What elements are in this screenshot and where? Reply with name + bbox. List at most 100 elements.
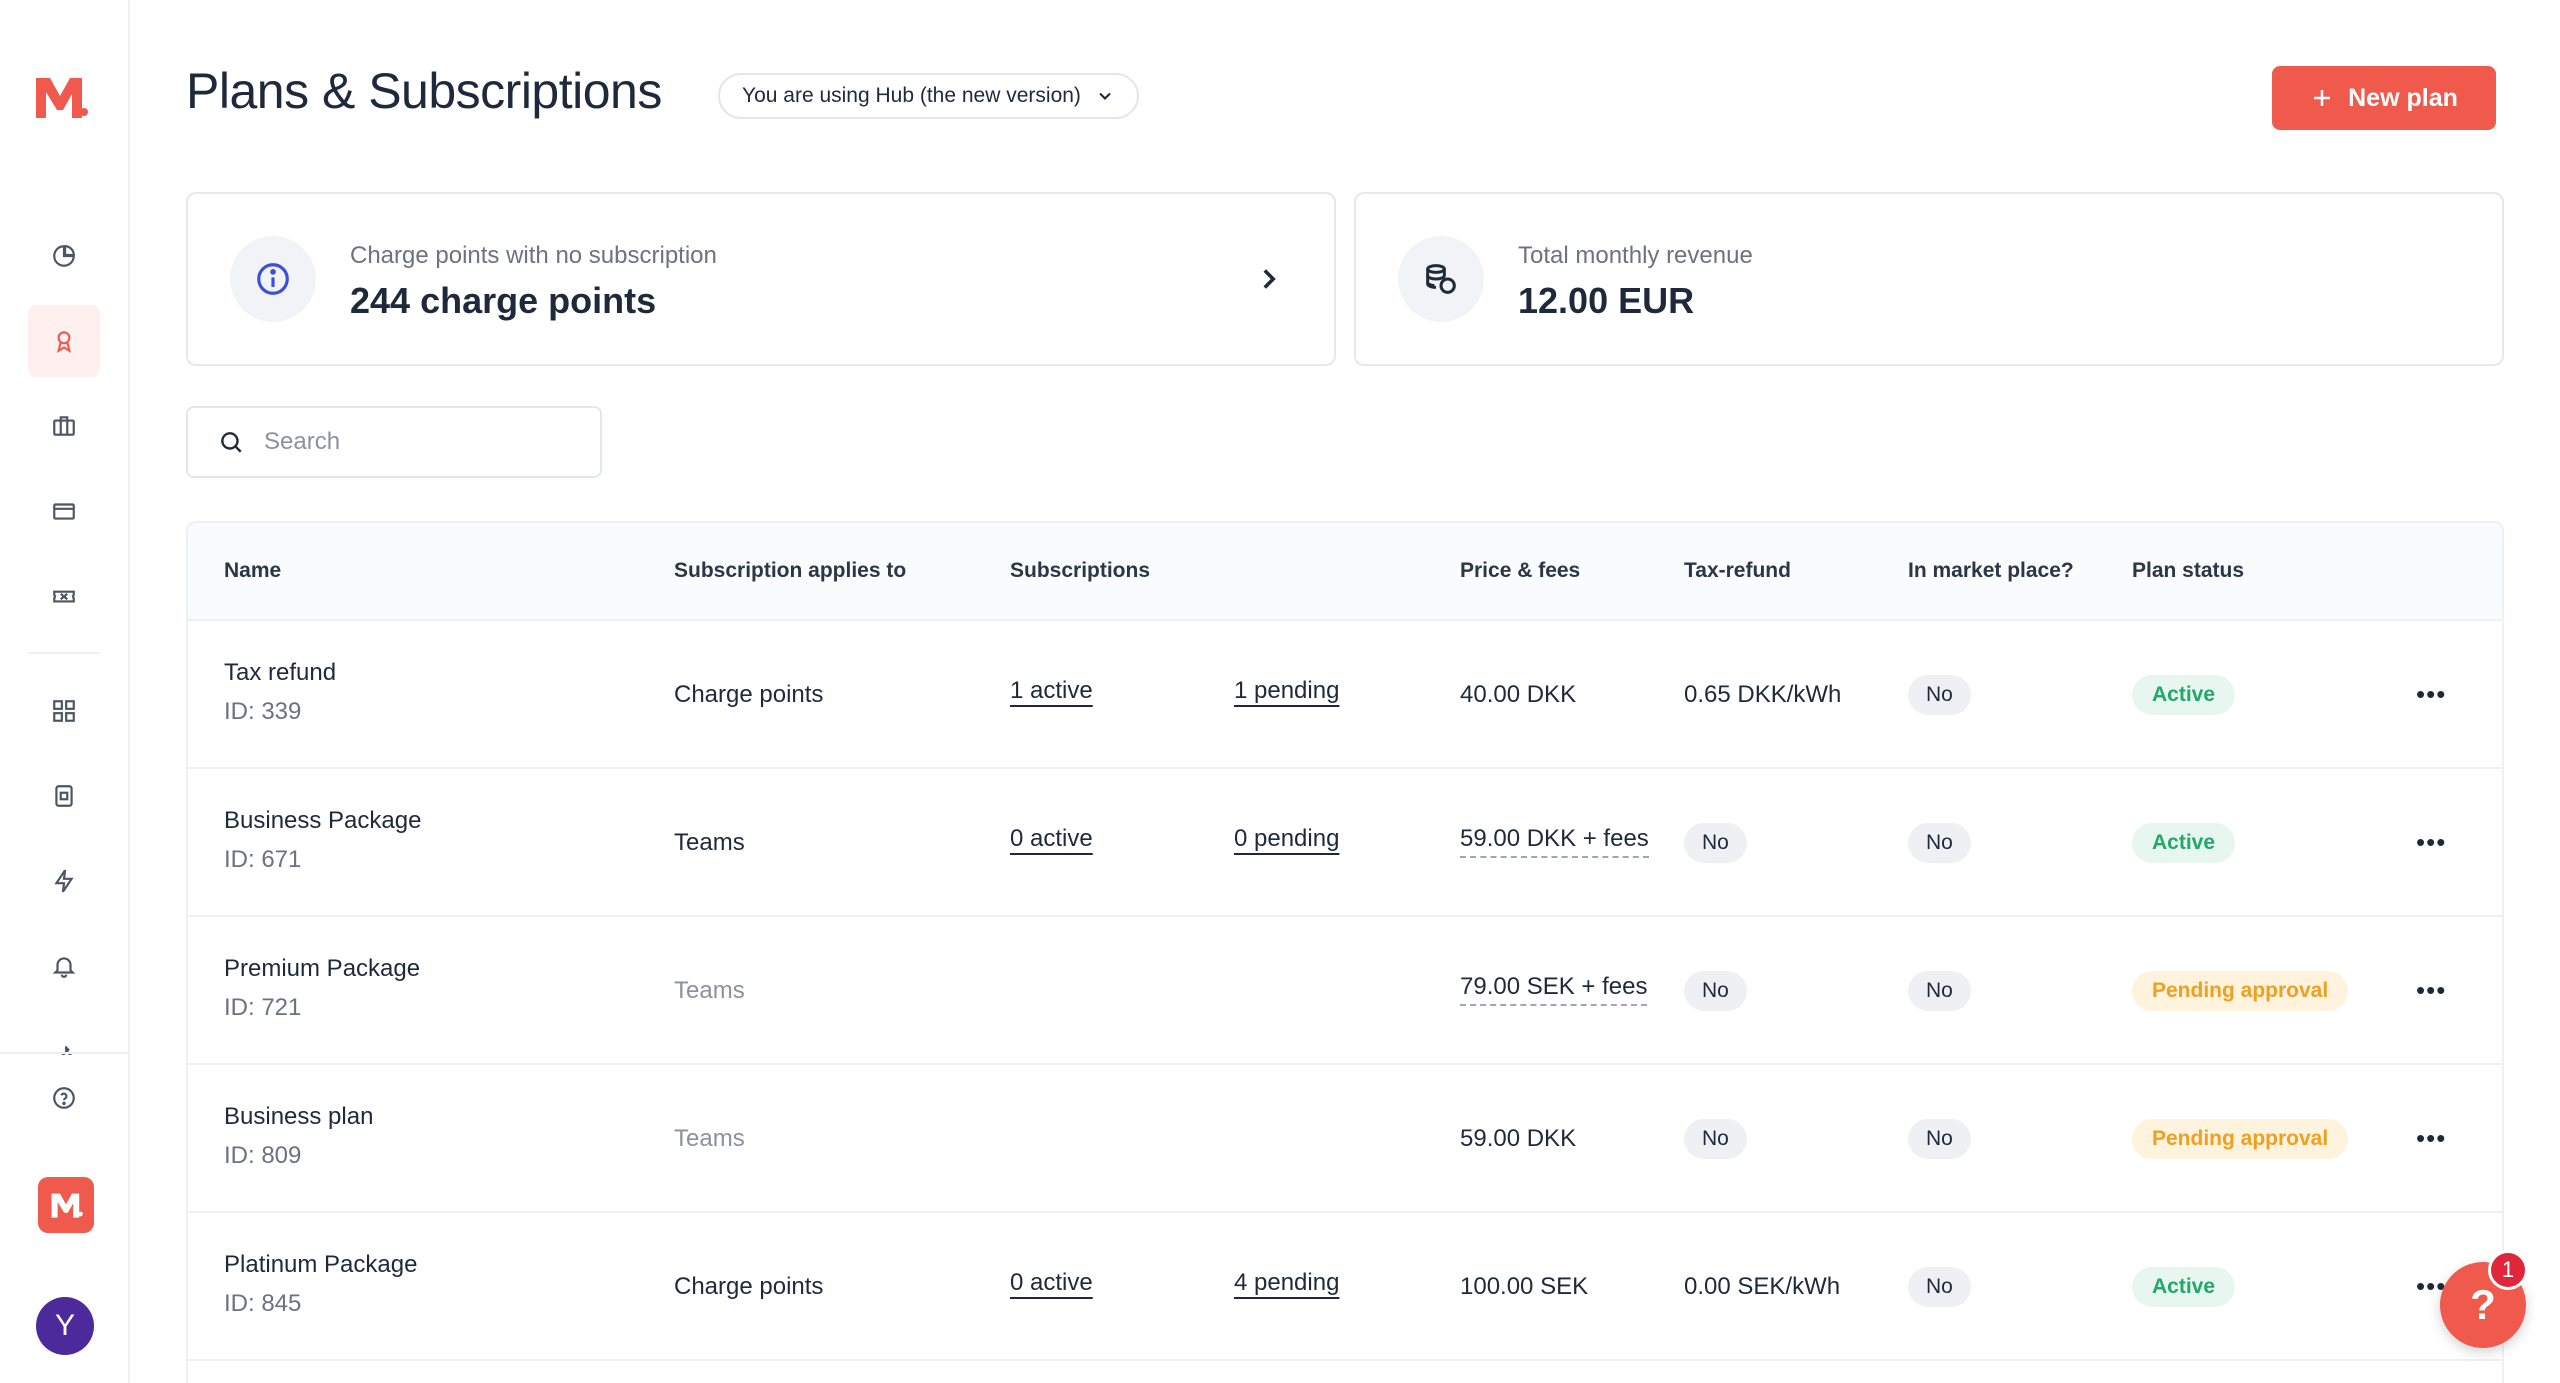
info-icon-wrap bbox=[230, 236, 316, 322]
coins-icon bbox=[1426, 264, 1456, 294]
tax-refund-badge: No bbox=[1684, 971, 1747, 1011]
col-name[interactable]: Name bbox=[224, 559, 281, 583]
tax-refund-badge: No bbox=[1684, 823, 1747, 863]
chevron-right-icon bbox=[1263, 269, 1276, 289]
col-tax[interactable]: Tax-refund bbox=[1684, 559, 1791, 583]
plan-name: Premium Package bbox=[224, 955, 421, 982]
plan-price[interactable]: 59.00 DKK + fees bbox=[1460, 825, 1649, 858]
plan-name: Business plan bbox=[224, 1103, 374, 1130]
new-plan-label: New plan bbox=[2348, 83, 2458, 112]
active-subscriptions-link[interactable]: 0 active bbox=[1010, 1269, 1093, 1297]
sidebar: Y bbox=[0, 0, 130, 1383]
marketplace-badge: No bbox=[1908, 823, 1971, 863]
plan-id: ID: 339 bbox=[224, 698, 302, 725]
plan-applies: Teams bbox=[674, 1125, 745, 1152]
lightning-icon bbox=[54, 869, 74, 893]
active-subscriptions-link[interactable]: 1 active bbox=[1010, 677, 1093, 705]
card-value: 244 charge points bbox=[350, 280, 657, 321]
sidebar-item-dashboard[interactable] bbox=[28, 220, 100, 292]
sidebar-item-charging[interactable] bbox=[28, 845, 100, 917]
col-subscriptions[interactable]: Subscriptions bbox=[1010, 559, 1150, 583]
version-selector[interactable]: You are using Hub (the new version) bbox=[718, 73, 1139, 119]
chevron-down-icon bbox=[1099, 92, 1111, 100]
plan-applies: Teams bbox=[674, 829, 745, 856]
status-badge: Pending approval bbox=[2132, 971, 2349, 1011]
marketplace-badge: No bbox=[1908, 971, 1971, 1011]
pending-subscriptions-link[interactable]: 1 pending bbox=[1234, 677, 1339, 705]
help-circle-icon bbox=[53, 1087, 75, 1109]
plan-id: ID: 845 bbox=[224, 1290, 302, 1317]
table-header: Name Subscription applies to Subscriptio… bbox=[188, 523, 2502, 621]
user-avatar[interactable]: Y bbox=[36, 1297, 94, 1355]
plan-tax-refund: 0.65 DKK/kWh bbox=[1684, 681, 1842, 708]
monta-logo-white bbox=[51, 1193, 83, 1218]
sidebar-item-tickets[interactable] bbox=[28, 560, 100, 632]
col-price[interactable]: Price & fees bbox=[1460, 559, 1580, 583]
plan-tax-refund: 0.00 SEK/kWh bbox=[1684, 1273, 1841, 1300]
plans-table: Name Subscription applies to Subscriptio… bbox=[186, 521, 2504, 1383]
plan-applies: Charge points bbox=[674, 1273, 824, 1300]
search-icon bbox=[221, 432, 242, 453]
status-badge: Pending approval bbox=[2132, 1119, 2349, 1159]
card-value: 12.00 EUR bbox=[1518, 280, 1695, 321]
briefcase-icon bbox=[53, 416, 75, 436]
sidebar-item-business[interactable] bbox=[28, 390, 100, 462]
card-label: Charge points with no subscription bbox=[350, 242, 717, 269]
version-label: You are using Hub (the new version) bbox=[742, 84, 1081, 107]
help-notification-badge: 1 bbox=[2488, 1250, 2528, 1290]
device-icon bbox=[55, 785, 73, 807]
search-input[interactable] bbox=[264, 428, 564, 456]
status-badge: Active bbox=[2132, 823, 2236, 863]
table-row[interactable]: Premium Package ID: 721 Teams 79.00 SEK … bbox=[188, 917, 2502, 1065]
table-row[interactable]: Tax refund ID: 339 Charge points 1 activ… bbox=[188, 621, 2502, 769]
card-label: Total monthly revenue bbox=[1518, 242, 1753, 269]
active-subscriptions-link[interactable]: 0 active bbox=[1010, 825, 1093, 853]
table-row[interactable]: Platinum Package ID: 845 Charge points 0… bbox=[188, 1213, 2502, 1361]
sidebar-item-notifications[interactable] bbox=[28, 930, 100, 1002]
plan-price: 100.00 SEK bbox=[1460, 1273, 1589, 1300]
monta-logo[interactable] bbox=[32, 72, 88, 122]
row-menu-icon[interactable]: ••• bbox=[2416, 829, 2446, 855]
row-menu-icon[interactable]: ••• bbox=[2416, 1125, 2446, 1151]
revenue-card: Total monthly revenue 12.00 EUR bbox=[1354, 192, 2504, 366]
col-market[interactable]: In market place? bbox=[1908, 559, 2074, 583]
row-menu-icon[interactable]: ••• bbox=[2416, 681, 2446, 707]
chart-pie-icon bbox=[53, 245, 75, 267]
credit-card-icon bbox=[53, 503, 75, 520]
nav-divider bbox=[28, 652, 100, 654]
page-title: Plans & Subscriptions bbox=[186, 63, 662, 119]
plan-price: 40.00 DKK bbox=[1460, 681, 1577, 708]
col-status[interactable]: Plan status bbox=[2132, 559, 2244, 583]
sidebar-item-help[interactable] bbox=[28, 1062, 100, 1134]
plan-price[interactable]: 79.00 SEK + fees bbox=[1460, 973, 1648, 1006]
row-menu-icon[interactable]: ••• bbox=[2416, 977, 2446, 1003]
plan-name: Platinum Package bbox=[224, 1251, 418, 1278]
table-row[interactable]: Business plan ID: 809 Teams 59.00 DKK No… bbox=[188, 1065, 2502, 1213]
sidebar-item-apps[interactable] bbox=[28, 675, 100, 747]
status-badge: Active bbox=[2132, 675, 2236, 715]
search-box[interactable] bbox=[186, 406, 602, 478]
new-plan-button[interactable]: New plan bbox=[2272, 66, 2496, 130]
plan-name: Tax refund bbox=[224, 659, 337, 686]
organization-switcher[interactable] bbox=[38, 1177, 94, 1233]
pending-subscriptions-link[interactable]: 4 pending bbox=[1234, 1269, 1339, 1297]
sidebar-item-tools[interactable] bbox=[28, 1015, 100, 1055]
bell-icon bbox=[52, 957, 76, 978]
sidebar-item-payments[interactable] bbox=[28, 475, 100, 547]
ticket-icon bbox=[53, 590, 75, 603]
col-applies[interactable]: Subscription applies to bbox=[674, 559, 906, 583]
info-icon bbox=[257, 263, 289, 295]
grid-icon bbox=[53, 700, 75, 722]
sidebar-item-devices[interactable] bbox=[28, 760, 100, 832]
marketplace-badge: No bbox=[1908, 675, 1971, 715]
plan-price: 59.00 DKK bbox=[1460, 1125, 1577, 1152]
nav-bottom-divider bbox=[0, 1052, 130, 1054]
plan-applies: Charge points bbox=[674, 681, 824, 708]
no-subscription-card[interactable]: Charge points with no subscription 244 c… bbox=[186, 192, 1336, 366]
sidebar-item-plans[interactable] bbox=[28, 305, 100, 377]
plan-id: ID: 671 bbox=[224, 846, 302, 873]
pending-subscriptions-link[interactable]: 0 pending bbox=[1234, 825, 1339, 853]
table-row[interactable]: Business Package ID: 671 Teams 0 active … bbox=[188, 769, 2502, 917]
plan-name: Business Package bbox=[224, 807, 422, 834]
marketplace-badge: No bbox=[1908, 1119, 1971, 1159]
